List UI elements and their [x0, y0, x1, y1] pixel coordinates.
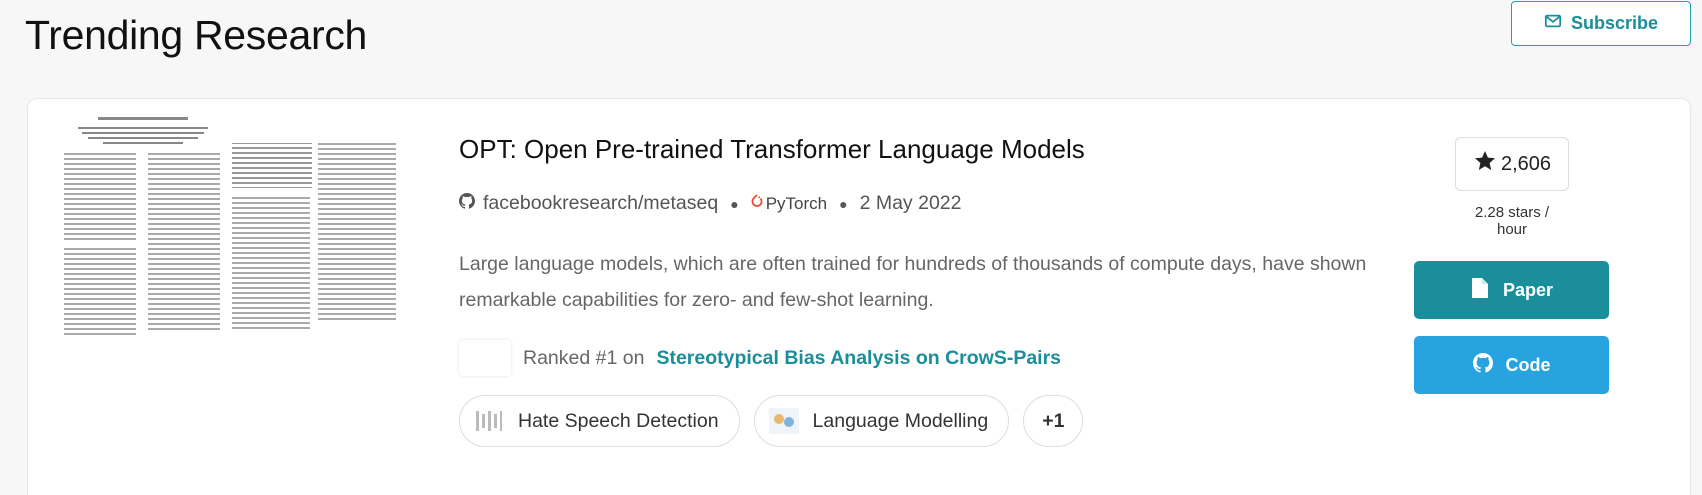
- repo-link[interactable]: facebookresearch/metaseq: [483, 192, 718, 215]
- framework-label: PyTorch: [765, 193, 828, 213]
- paper-meta: facebookresearch/metaseq ● PyTorch ● 2 M…: [459, 192, 961, 215]
- code-button-label: Code: [1505, 354, 1551, 375]
- ranking-benchmark-link[interactable]: Stereotypical Bias Analysis on CrowS-Pai…: [656, 347, 1061, 370]
- task-label: Hate Speech Detection: [518, 409, 719, 432]
- ranked-prefix: Ranked #1 on: [523, 346, 645, 369]
- task-tag-hate-speech[interactable]: Hate Speech Detection: [459, 395, 740, 447]
- task-label: Language Modelling: [812, 409, 989, 432]
- framework-badge: PyTorch: [751, 194, 827, 214]
- subscribe-button[interactable]: Subscribe: [1511, 1, 1691, 46]
- more-tasks-button[interactable]: +1: [1023, 395, 1084, 447]
- ranking-chart-thumbnail[interactable]: [459, 340, 511, 376]
- star-icon: [1473, 149, 1497, 179]
- stars-count: 2,606: [1500, 152, 1552, 175]
- paper-abstract: Large language models, which are often t…: [459, 253, 1367, 311]
- subscribe-label: Subscribe: [1570, 13, 1659, 33]
- page-title: Trending Research: [25, 12, 368, 58]
- github-stars-button[interactable]: 2,606: [1455, 137, 1569, 191]
- paper-button-label: Paper: [1502, 279, 1554, 300]
- separator-dot: ●: [839, 195, 848, 212]
- language-modelling-task-icon: [768, 408, 799, 434]
- task-tags: Hate Speech Detection Language Modelling…: [459, 395, 1084, 447]
- paper-thumbnail[interactable]: [58, 115, 398, 380]
- hate-speech-task-icon: [474, 408, 504, 434]
- separator-dot: ●: [730, 195, 739, 212]
- file-icon: [1470, 277, 1490, 304]
- stars-rate: 2.28 stars / hour: [1474, 204, 1550, 238]
- envelope-icon: [1544, 12, 1562, 35]
- ranking-row: Ranked #1 on Stereotypical Bias Analysis…: [459, 340, 1061, 376]
- paper-button[interactable]: Paper: [1414, 261, 1609, 319]
- pytorch-icon: [751, 193, 763, 214]
- code-button[interactable]: Code: [1414, 336, 1609, 394]
- paper-date: 2 May 2022: [859, 192, 962, 214]
- paper-title[interactable]: OPT: Open Pre-trained Transformer Langua…: [459, 134, 1085, 165]
- github-icon: [459, 192, 475, 215]
- task-tag-language-modelling[interactable]: Language Modelling: [753, 395, 1010, 447]
- github-icon: [1472, 352, 1493, 379]
